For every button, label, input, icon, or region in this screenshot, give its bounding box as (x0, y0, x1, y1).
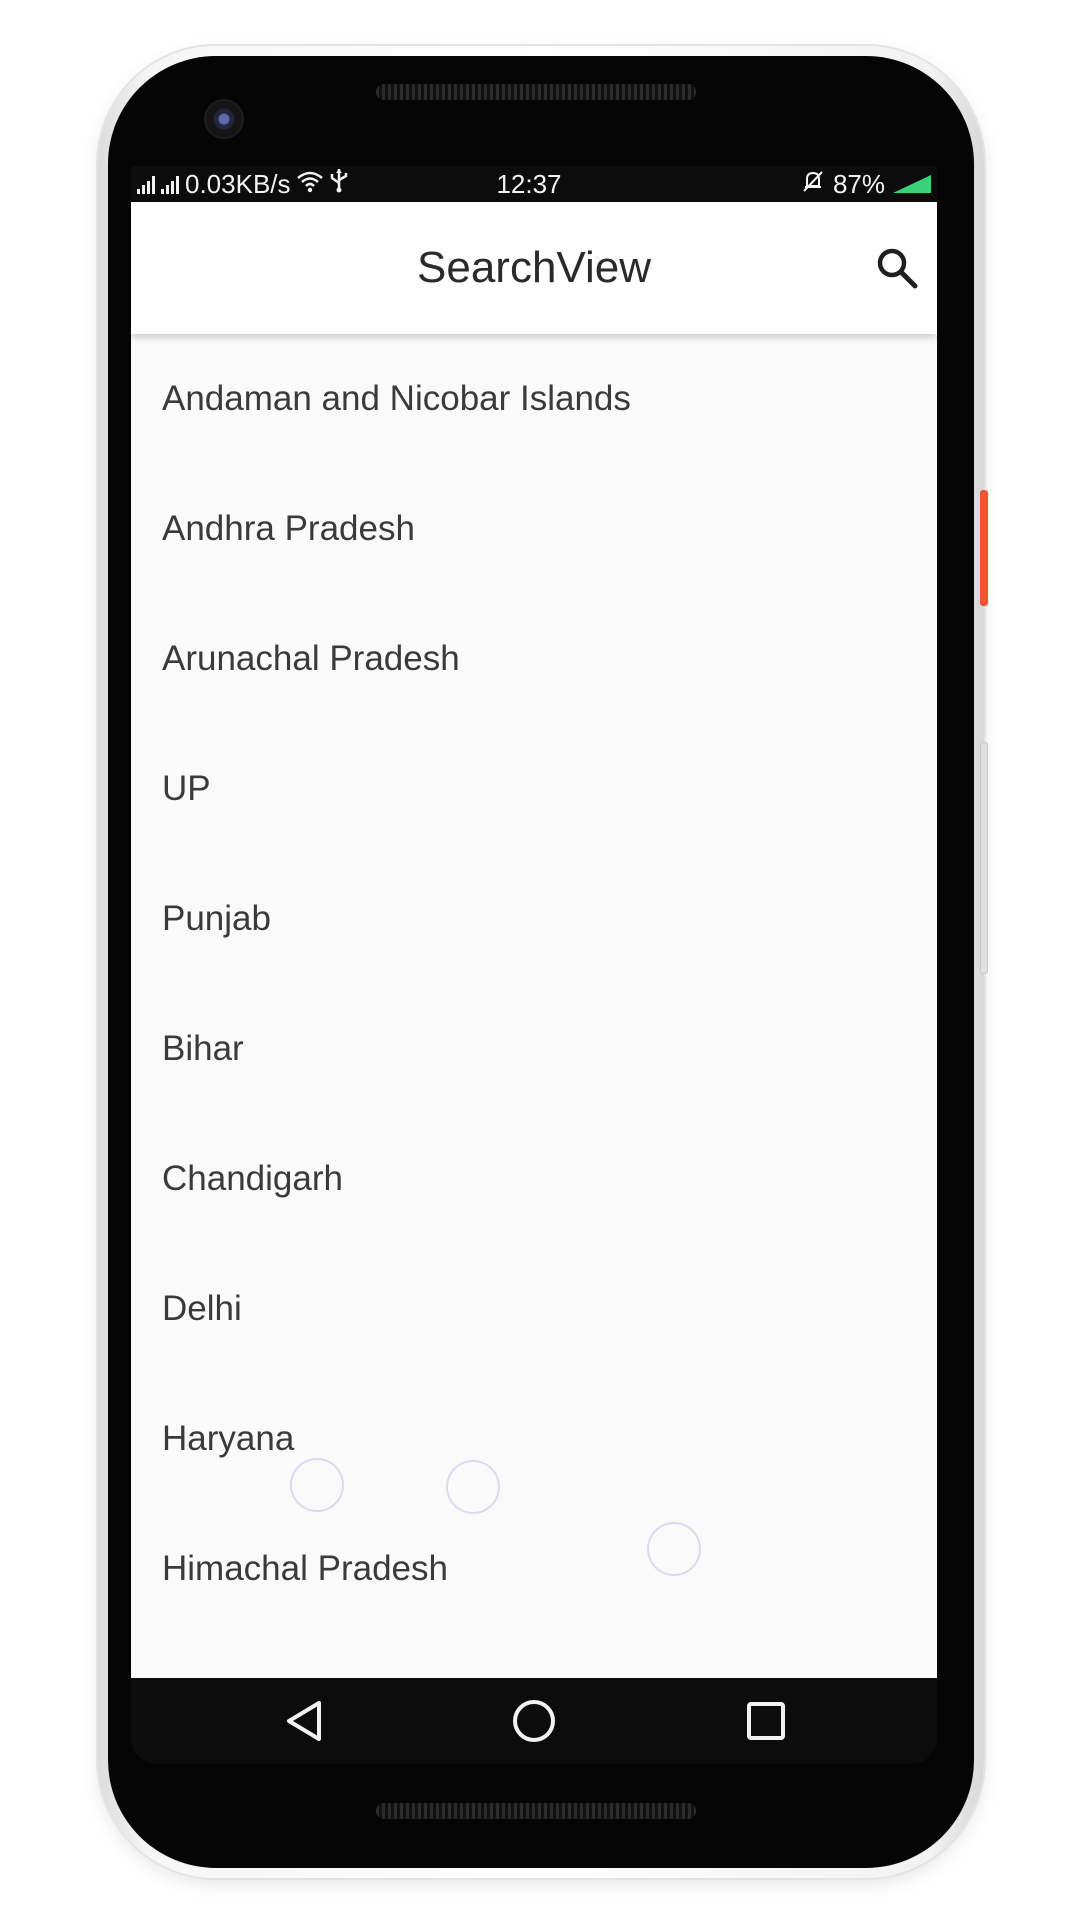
front-camera (206, 101, 242, 137)
status-right: 87% (801, 166, 931, 202)
touch-indicator (647, 1522, 701, 1576)
navigation-bar (131, 1678, 937, 1764)
list-item[interactable]: Andaman and Nicobar Islands (131, 334, 937, 464)
list-item[interactable]: Bihar (131, 984, 937, 1114)
list-item[interactable]: Haryana (131, 1374, 937, 1504)
list-item[interactable]: Punjab (131, 854, 937, 984)
back-icon (287, 1701, 321, 1741)
touch-indicator (446, 1460, 500, 1514)
list-item[interactable]: UP (131, 724, 937, 854)
list-item[interactable]: Arunachal Pradesh (131, 594, 937, 724)
battery-percent: 87% (832, 169, 885, 199)
list-item[interactable]: Himachal Pradesh (131, 1504, 937, 1634)
volume-button (980, 742, 988, 974)
battery-icon (893, 175, 931, 193)
home-icon (513, 1700, 555, 1742)
list-item[interactable]: Andhra Pradesh (131, 464, 937, 594)
bottom-speaker (376, 1803, 696, 1819)
earpiece-speaker (376, 84, 696, 100)
page-title: SearchView (417, 243, 651, 292)
power-button (980, 490, 988, 606)
mute-bell-icon (801, 166, 825, 202)
app-bar: SearchView (131, 202, 937, 334)
home-button[interactable] (505, 1692, 563, 1750)
status-bar: 0.03KB/s 12:37 87% (131, 166, 937, 202)
state-list: Andaman and Nicobar Islands Andhra Prade… (131, 334, 937, 1634)
search-button[interactable] (871, 242, 923, 294)
recents-button[interactable] (737, 1692, 795, 1750)
app-screen: 0.03KB/s 12:37 87% SearchView Andaman an… (131, 166, 937, 1754)
touch-indicator (290, 1458, 344, 1512)
recents-icon (747, 1702, 785, 1740)
search-icon (877, 248, 918, 289)
back-button[interactable] (276, 1692, 334, 1750)
list-item[interactable]: Delhi (131, 1244, 937, 1374)
list-item[interactable]: Chandigarh (131, 1114, 937, 1244)
